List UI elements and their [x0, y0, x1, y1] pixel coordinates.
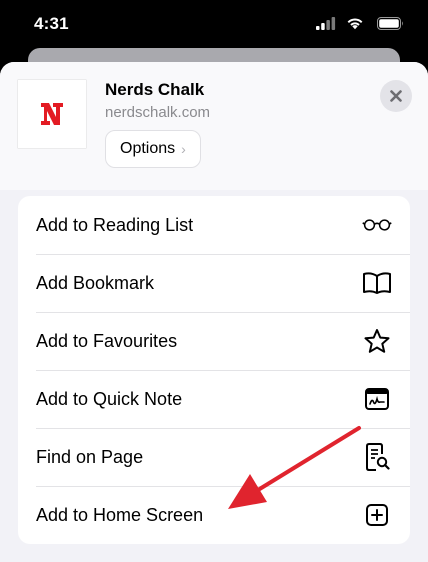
menu-item-label: Add to Home Screen — [36, 504, 204, 525]
book-icon — [362, 268, 392, 298]
find-on-page-icon — [362, 442, 392, 472]
chevron-right-icon: › — [181, 141, 186, 157]
menu-item-add-to-quick-note[interactable]: Add to Quick Note — [18, 370, 410, 428]
options-button[interactable]: Options › — [105, 130, 201, 168]
cellular-signal-icon — [316, 17, 336, 30]
menu-item-find-on-page[interactable]: Find on Page — [18, 428, 410, 486]
options-label: Options — [120, 140, 176, 157]
share-sheet-header: Nerds Chalk nerdschalk.com Options › — [0, 62, 428, 190]
glasses-icon — [362, 210, 392, 240]
add-square-icon — [362, 500, 392, 530]
close-button[interactable] — [380, 80, 412, 112]
site-logo — [18, 80, 86, 148]
battery-icon — [377, 17, 403, 30]
menu-item-label: Find on Page — [36, 446, 144, 467]
menu-item-add-bookmark[interactable]: Add Bookmark — [18, 254, 410, 312]
site-url: nerdschalk.com — [105, 104, 211, 121]
share-actions-list: Add to Reading List Add Bookmark Add to … — [18, 196, 410, 544]
menu-item-add-to-home-screen[interactable]: Add to Home Screen — [18, 486, 410, 544]
menu-item-label: Add to Quick Note — [36, 388, 183, 409]
status-time: 4:31 — [34, 14, 69, 33]
status-bar: 4:31 — [0, 0, 428, 50]
quick-note-icon — [362, 384, 392, 414]
menu-item-label: Add Bookmark — [36, 272, 155, 293]
menu-item-add-to-favourites[interactable]: Add to Favourites — [18, 312, 410, 370]
nerds-chalk-logo-icon — [41, 103, 63, 125]
star-icon — [362, 326, 392, 356]
menu-item-label: Add to Reading List — [36, 214, 194, 235]
wifi-icon — [347, 18, 363, 30]
menu-item-label: Add to Favourites — [36, 330, 178, 351]
site-title: Nerds Chalk — [105, 80, 205, 99]
share-sheet: Nerds Chalk nerdschalk.com Options › Add… — [0, 62, 428, 562]
close-icon — [390, 90, 402, 102]
menu-item-add-to-reading-list[interactable]: Add to Reading List — [18, 196, 410, 254]
